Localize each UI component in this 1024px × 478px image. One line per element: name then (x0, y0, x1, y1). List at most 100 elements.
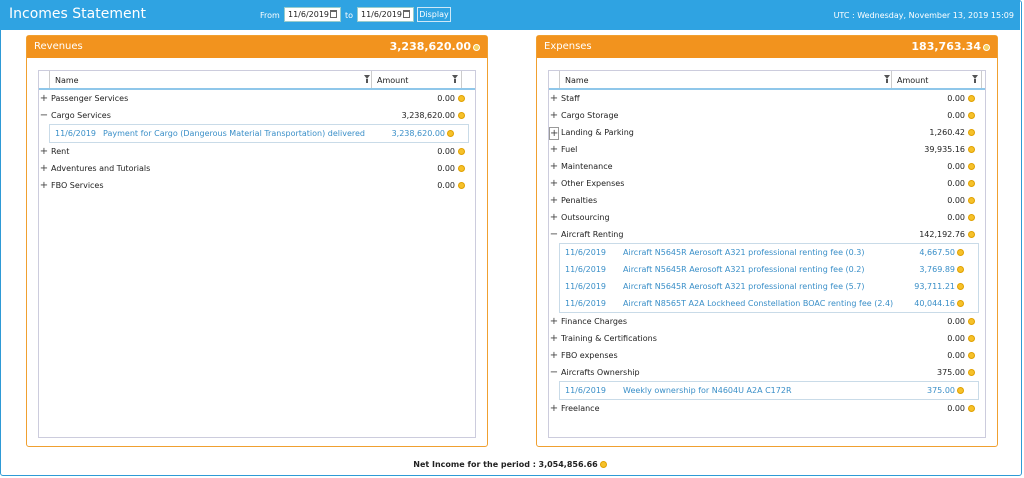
expand-icon[interactable]: + (549, 178, 559, 189)
coin-icon (968, 146, 975, 153)
expand-icon[interactable]: + (549, 333, 559, 344)
column-amount-header[interactable]: Amount (373, 71, 462, 88)
expand-icon[interactable]: + (549, 161, 559, 172)
expense-row-other-expenses[interactable]: + Other Expenses 0.00 (550, 175, 985, 192)
grid-header: Name Amount (39, 71, 475, 90)
expense-row-aircrafts-ownership[interactable]: − Aircrafts Ownership 375.00 (550, 364, 985, 381)
detail-row[interactable]: 11/6/2019 Aircraft N8565T A2A Lockheed C… (560, 295, 978, 312)
expand-icon[interactable]: + (549, 127, 559, 140)
expense-row-staff[interactable]: + Staff 0.00 (550, 90, 985, 107)
expense-row-fbo-expenses[interactable]: + FBO expenses 0.00 (550, 347, 985, 364)
from-label: From (260, 11, 280, 20)
net-income-footer: Net Income for the period : 3,054,856.66 (0, 460, 1020, 469)
expand-icon[interactable]: + (39, 180, 49, 191)
coin-icon (968, 197, 975, 204)
column-name-header[interactable]: Name (561, 71, 892, 88)
coin-icon (957, 266, 964, 273)
coin-icon (957, 283, 964, 290)
expense-row-freelance[interactable]: + Freelance 0.00 (550, 400, 985, 417)
coin-icon (968, 369, 975, 376)
coin-icon (458, 95, 465, 102)
filter-icon[interactable] (884, 75, 890, 83)
detail-row[interactable]: 11/6/2019 Aircraft N5645R Aerosoft A321 … (560, 244, 978, 261)
grid-header: Name Amount (549, 71, 985, 90)
detail-row[interactable]: 11/6/2019 Payment for Cargo (Dangerous M… (50, 125, 468, 142)
filter-icon[interactable] (972, 75, 978, 83)
expand-icon[interactable]: + (549, 144, 559, 155)
net-income-value: 3,054,856.66 (538, 460, 598, 469)
display-button[interactable]: Display (417, 7, 451, 22)
filter-icon[interactable] (364, 75, 370, 83)
coin-icon (968, 95, 975, 102)
coin-icon (968, 352, 975, 359)
expand-icon[interactable]: + (549, 195, 559, 206)
coin-icon (968, 180, 975, 187)
coin-icon (458, 165, 465, 172)
coin-icon (983, 44, 990, 51)
coin-icon (458, 112, 465, 119)
coin-icon (968, 214, 975, 221)
detail-row[interactable]: 11/6/2019 Aircraft N5645R Aerosoft A321 … (560, 278, 978, 295)
renting-detail-block: 11/6/2019 Aircraft N5645R Aerosoft A321 … (559, 243, 979, 313)
expand-icon[interactable]: + (549, 403, 559, 414)
revenues-grid: Name Amount + Passenger Services 0.00 − … (38, 70, 476, 438)
expenses-grid: Name Amount + Staff 0.00 + Cargo Storage… (548, 70, 986, 438)
revenue-row-fbo-services[interactable]: + FBO Services 0.00 (40, 177, 475, 194)
ownership-detail-block: 11/6/2019 Weekly ownership for N4604U A2… (559, 381, 979, 400)
coin-icon (968, 405, 975, 412)
expand-icon[interactable]: + (549, 316, 559, 327)
expense-row-landing-parking[interactable]: + Landing & Parking 1,260.42 (549, 124, 985, 141)
calendar-icon[interactable] (330, 10, 337, 18)
expand-icon[interactable]: + (549, 350, 559, 361)
revenue-row-passenger-services[interactable]: + Passenger Services 0.00 (40, 90, 475, 107)
from-date-input[interactable]: 11/6/2019 (284, 7, 341, 22)
expand-icon[interactable]: + (549, 93, 559, 104)
collapse-icon[interactable]: − (549, 367, 559, 378)
expand-icon[interactable]: + (39, 146, 49, 157)
expand-icon[interactable]: + (39, 163, 49, 174)
column-name-header[interactable]: Name (51, 71, 372, 88)
expenses-title: Expenses (544, 41, 592, 52)
expenses-total: 183,763.34 (911, 40, 990, 53)
expense-row-training[interactable]: + Training & Certifications 0.00 (550, 330, 985, 347)
expense-row-maintenance[interactable]: + Maintenance 0.00 (550, 158, 985, 175)
revenue-row-adventures[interactable]: + Adventures and Tutorials 0.00 (40, 160, 475, 177)
revenues-total: 3,238,620.00 (390, 40, 480, 53)
revenue-row-cargo-services[interactable]: − Cargo Services 3,238,620.00 (40, 107, 475, 124)
expenses-panel: Expenses 183,763.34 Name Amount + Staff … (536, 35, 998, 447)
revenues-panel: Revenues 3,238,620.00 Name Amount + Pass… (26, 35, 488, 447)
column-amount-header[interactable]: Amount (893, 71, 982, 88)
filter-icon[interactable] (452, 75, 458, 83)
expense-row-fuel[interactable]: + Fuel 39,935.16 (550, 141, 985, 158)
to-date-input[interactable]: 11/6/2019 (357, 7, 414, 22)
to-date-value: 11/6/2019 (361, 10, 403, 19)
coin-icon (968, 335, 975, 342)
page-title: Incomes Statement (9, 6, 146, 22)
expand-icon[interactable]: + (39, 93, 49, 104)
coin-icon (473, 44, 480, 51)
to-label: to (345, 11, 354, 20)
coin-icon (458, 148, 465, 155)
expenses-header: Expenses 183,763.34 (537, 36, 997, 58)
coin-icon (968, 163, 975, 170)
coin-icon (957, 300, 964, 307)
expense-row-finance-charges[interactable]: + Finance Charges 0.00 (550, 313, 985, 330)
expense-row-outsourcing[interactable]: + Outsourcing 0.00 (550, 209, 985, 226)
detail-row[interactable]: 11/6/2019 Weekly ownership for N4604U A2… (560, 382, 978, 399)
collapse-icon[interactable]: − (39, 110, 49, 121)
cargo-detail-block: 11/6/2019 Payment for Cargo (Dangerous M… (49, 124, 469, 143)
expense-row-cargo-storage[interactable]: + Cargo Storage 0.00 (550, 107, 985, 124)
expense-row-aircraft-renting[interactable]: − Aircraft Renting 142,192.76 (550, 226, 985, 243)
coin-icon (968, 231, 975, 238)
detail-row[interactable]: 11/6/2019 Aircraft N5645R Aerosoft A321 … (560, 261, 978, 278)
coin-icon (447, 130, 454, 137)
calendar-icon[interactable] (403, 10, 410, 18)
coin-icon (968, 318, 975, 325)
coin-icon (957, 387, 964, 394)
expand-icon[interactable]: + (549, 212, 559, 223)
collapse-icon[interactable]: − (549, 229, 559, 240)
top-bar: Incomes Statement From 11/6/2019 to 11/6… (0, 0, 1020, 30)
revenue-row-rent[interactable]: + Rent 0.00 (40, 143, 475, 160)
expand-icon[interactable]: + (549, 110, 559, 121)
expense-row-penalties[interactable]: + Penalties 0.00 (550, 192, 985, 209)
